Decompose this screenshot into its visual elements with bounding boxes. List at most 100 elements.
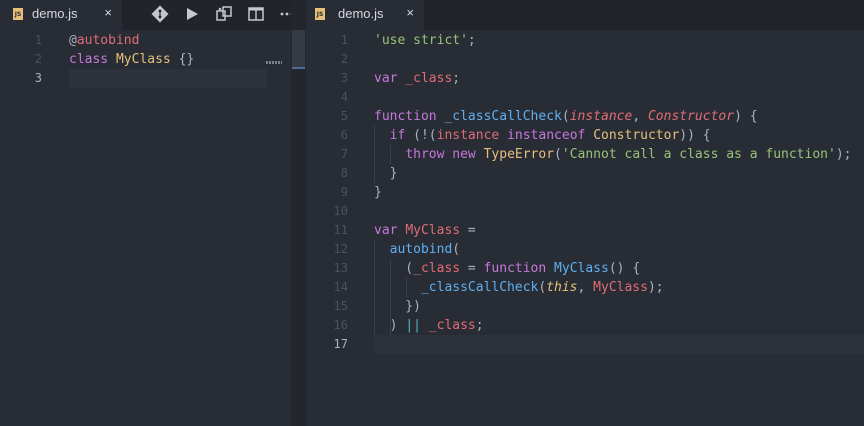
code-token: _class (413, 261, 461, 276)
indent-guide (406, 278, 407, 297)
code-text: var _class; (374, 69, 460, 88)
code-token: 'use strict' (374, 33, 468, 48)
code-token: } (374, 185, 382, 200)
code-token: )) { (679, 128, 711, 143)
code-token: autobind (76, 33, 140, 48)
code-text: }) (374, 297, 421, 316)
code-line: 1 'use strict'; (306, 31, 864, 50)
code-token: () { (608, 261, 641, 276)
right-tab-bar: JS demo.js × (306, 0, 864, 30)
code-token: instanceof (507, 128, 586, 143)
code-token: {} (170, 52, 195, 67)
close-icon[interactable]: × (406, 5, 414, 20)
close-icon[interactable]: × (104, 5, 112, 20)
code-token: Constructor (593, 128, 680, 143)
code-line: 4 (306, 88, 864, 107)
line-number: 16 (333, 318, 348, 332)
code-token: _class (405, 71, 453, 86)
line-number: 7 (340, 147, 348, 161)
line-number: 2 (34, 52, 42, 66)
line-number: 1 (34, 33, 42, 47)
left-code-editor[interactable]: 1 @autobind 2 class MyClass {} 3 (0, 30, 291, 426)
code-text: throw new TypeError('Cannot call a class… (374, 145, 851, 164)
code-token: _classCallCheck (420, 280, 539, 295)
code-token: ; (475, 318, 484, 333)
code-token: (!( (405, 128, 437, 143)
code-line: 12 autobind( (306, 240, 864, 259)
line-number: 14 (333, 280, 348, 294)
code-token: }) (374, 299, 421, 314)
line-number: 6 (340, 128, 348, 142)
code-token: var (374, 223, 398, 238)
code-token: TypeError (483, 147, 555, 162)
compare-icon[interactable] (215, 5, 233, 23)
play-icon[interactable] (183, 5, 201, 23)
right-code-editor[interactable]: 1 'use strict'; 2 3 var _class; 4 5 function _c… (306, 30, 864, 426)
js-file-icon: JS (13, 8, 23, 20)
code-token: ); (647, 280, 664, 295)
left-tab[interactable]: JS demo.js × (0, 0, 122, 30)
vertical-scrollbar[interactable] (291, 0, 306, 426)
code-token: _classCallCheck (444, 109, 562, 124)
code-token: MyClass (554, 261, 609, 276)
git-icon[interactable] (151, 5, 169, 23)
scrollbar-thumb[interactable] (292, 30, 305, 68)
code-token: Constructor (647, 109, 735, 124)
code-line: 2 (306, 50, 864, 69)
code-line: 3 var _class; (306, 69, 864, 88)
line-number: 4 (340, 90, 348, 104)
line-number: 17 (333, 337, 348, 351)
code-token: ( (561, 109, 570, 124)
line-number: 10 (333, 204, 348, 218)
code-token: 'Cannot call a class as a function' (561, 147, 836, 162)
tab-label: demo.js (338, 6, 384, 21)
code-token: = (460, 261, 484, 276)
code-line: 8 } (306, 164, 864, 183)
line-number: 3 (340, 71, 348, 85)
code-text: 'use strict'; (374, 31, 476, 50)
code-token: MyClass (405, 223, 461, 238)
code-text: var MyClass = (374, 221, 476, 240)
code-token: ( (554, 147, 562, 162)
code-text: } (374, 164, 398, 183)
line-number: 3 (34, 71, 42, 85)
code-token: this (546, 280, 578, 295)
right-tab[interactable]: JS demo.js × (306, 0, 424, 30)
code-token: ( (374, 261, 414, 276)
line-number: 15 (333, 299, 348, 313)
code-token: MyClass (115, 52, 171, 67)
line-number: 8 (340, 166, 348, 180)
line-number: 9 (340, 185, 348, 199)
code-token: instance (436, 128, 500, 143)
code-token: = (460, 223, 476, 238)
left-tab-bar: JS demo.js × (0, 0, 291, 30)
more-icon[interactable] (279, 5, 291, 23)
code-token: ); (835, 147, 852, 162)
line-number: 13 (333, 261, 348, 275)
code-line: 2 class MyClass {} (0, 50, 291, 69)
code-line: 6 if (!(instance instanceof Constructor)… (306, 126, 864, 145)
code-token: autobind (389, 242, 453, 257)
indent-guide (374, 240, 375, 335)
code-text: function _classCallCheck(instance, Const… (374, 107, 758, 126)
code-token: , (577, 280, 594, 295)
split-icon[interactable] (247, 5, 265, 23)
scrollbar-cursor-marker (292, 67, 305, 69)
code-token: function (483, 261, 547, 276)
code-token: ) { (734, 109, 758, 124)
code-token: ; (452, 71, 461, 86)
line-number: 1 (340, 33, 348, 47)
indent-guide (374, 126, 375, 183)
code-token: _class (428, 318, 476, 333)
code-line: 10 (306, 202, 864, 221)
code-token: instance (569, 109, 633, 124)
code-text: _classCallCheck(this, MyClass); (374, 278, 664, 297)
code-line: 17 (306, 335, 864, 354)
code-token: new (452, 147, 476, 162)
